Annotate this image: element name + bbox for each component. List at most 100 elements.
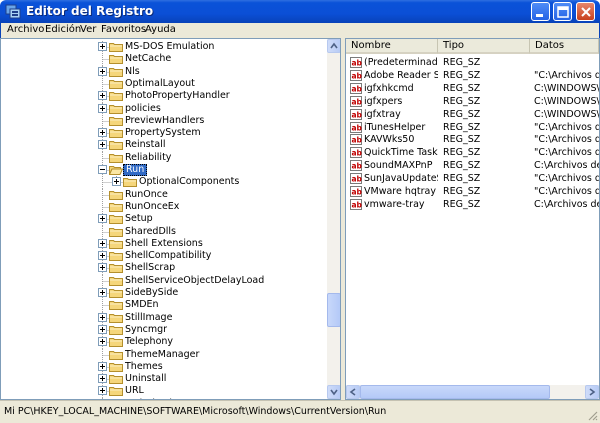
tree-item[interactable]: Reliability (1, 151, 327, 165)
registry-tree-pane[interactable]: MS-DOS Emulation NetCache Nls OptimalLayout… (0, 38, 341, 400)
expand-toggle[interactable] (98, 374, 107, 384)
expand-toggle[interactable] (98, 103, 107, 113)
expand-toggle[interactable] (98, 128, 107, 138)
expand-toggle[interactable] (112, 177, 121, 187)
expand-toggle[interactable] (98, 66, 107, 76)
list-horizontal-scrollbar[interactable] (346, 385, 599, 399)
value-name: QuickTime Task (364, 147, 438, 159)
folder-icon (109, 289, 123, 298)
tree-item[interactable]: SideBySide (1, 287, 327, 300)
tree-item[interactable]: Setup (1, 213, 327, 227)
menu-ver[interactable]: Ver (80, 24, 96, 35)
list-row[interactable]: abvmware-tray REG_SZ C:\Archivos de p (346, 198, 599, 211)
list-row[interactable]: abigfxtray REG_SZ C:\WINDOWS\sy (346, 108, 599, 121)
list-row[interactable]: abSunJavaUpdateS... REG_SZ "C:\Archivos de… (346, 172, 599, 185)
expand-toggle[interactable] (98, 361, 107, 371)
list-row[interactable]: abVMware hqtray REG_SZ "C:\Archivos de p (346, 185, 599, 198)
list-row[interactable]: abSoundMAXPnP REG_SZ C:\Archivos de p (346, 159, 599, 172)
tree-item[interactable]: Uninstall (1, 373, 327, 387)
tree-item-label: SideBySide (125, 287, 179, 298)
value-type: REG_SZ (443, 95, 481, 107)
value-data: C:\Archivos de p (534, 198, 599, 210)
tree-item[interactable]: OptimalLayout (1, 77, 327, 91)
list-row[interactable]: abQuickTime Task REG_SZ "C:\Archivos de p (346, 146, 599, 159)
close-button[interactable] (576, 2, 595, 21)
menu-archivo[interactable]: Archivo (7, 24, 44, 35)
tree-item[interactable]: Shell Extensions (1, 237, 327, 251)
tree-item[interactable]: StillImage (1, 311, 327, 325)
tree-item[interactable]: ThemeManager (1, 348, 327, 362)
folder-open-icon (109, 166, 123, 175)
tree-item[interactable]: SharedDlls (1, 225, 327, 239)
tree-item-label: SMDEn (125, 299, 159, 311)
maximize-button[interactable] (553, 2, 572, 21)
menu-favoritos[interactable]: Favoritos (101, 24, 146, 35)
scroll-up-button[interactable] (327, 39, 340, 53)
scroll-left-button[interactable] (346, 385, 360, 399)
tree-scroll-thumb[interactable] (327, 293, 340, 327)
tree-item[interactable]: NetCache (1, 53, 327, 67)
tree-item[interactable]: Run (1, 164, 327, 177)
list-row[interactable]: abigfxpers REG_SZ C:\WINDOWS\sy (346, 95, 599, 108)
column-header-tipo[interactable]: Tipo (438, 39, 530, 54)
expand-toggle[interactable] (98, 312, 107, 322)
folder-icon (109, 350, 123, 360)
list-row[interactable]: abKAVWks50 REG_SZ "C:\Archivos de p (346, 133, 599, 146)
expand-toggle[interactable] (98, 337, 107, 347)
collapse-toggle[interactable] (98, 165, 107, 174)
value-data: C:\WINDOWS\sy (534, 82, 599, 94)
tree-item[interactable]: PropertySystem (1, 127, 327, 141)
tree-item[interactable]: MS-DOS Emulation (1, 41, 327, 54)
resize-grip-icon[interactable] (586, 409, 598, 421)
expand-toggle[interactable] (98, 324, 107, 334)
tree-item[interactable]: PreviewHandlers (1, 114, 327, 128)
list-scroll-thumb[interactable] (360, 385, 550, 399)
list-row[interactable]: abigfxhkcmd REG_SZ C:\WINDOWS\sy (346, 82, 599, 95)
folder-icon (109, 43, 123, 52)
title-bar[interactable]: Editor del Registro (0, 0, 600, 23)
scroll-right-button[interactable] (585, 385, 599, 399)
value-data: C:\WINDOWS\sy (534, 95, 599, 107)
tree-vertical-scrollbar[interactable] (327, 39, 340, 399)
tree-item[interactable]: ShellServiceObjectDelayLoad (1, 274, 327, 288)
tree-item[interactable]: Reinstall (1, 139, 327, 153)
tree-item-label: ShellServiceObjectDelayLoad (125, 274, 265, 286)
tree-item[interactable]: URL (1, 385, 327, 399)
expand-toggle[interactable] (98, 251, 107, 261)
list-row[interactable]: ab(Predeterminado) REG_SZ (346, 56, 599, 69)
tree-item[interactable]: OptionalComponents (1, 176, 327, 190)
scroll-down-button[interactable] (327, 385, 340, 399)
menu-ayuda[interactable]: Ayuda (145, 24, 176, 35)
minimize-button[interactable] (531, 2, 550, 21)
folder-icon (109, 338, 123, 348)
expand-toggle[interactable] (98, 238, 107, 248)
expand-toggle[interactable] (98, 263, 107, 273)
menu-edicion[interactable]: Edición (45, 24, 81, 35)
expand-toggle[interactable] (98, 214, 107, 224)
tree-item[interactable]: Telephony (1, 336, 327, 350)
tree-item-label: Shell Extensions (125, 237, 203, 249)
tree-item[interactable]: RunOnceEx (1, 200, 327, 214)
tree-item[interactable]: ShellScrap (1, 262, 327, 276)
expand-toggle[interactable] (98, 386, 107, 396)
column-header-nombre[interactable]: Nombre (346, 39, 438, 54)
tree-item-label: RunOnce (125, 188, 168, 200)
expand-toggle[interactable] (98, 91, 107, 101)
tree-item[interactable]: Syncmgr (1, 323, 327, 337)
column-header-datos[interactable]: Datos (530, 39, 599, 54)
tree-item[interactable]: PhotoPropertyHandler (1, 90, 327, 104)
expand-toggle[interactable] (98, 42, 107, 51)
close-icon (581, 7, 591, 17)
tree-item[interactable]: policies (1, 102, 327, 116)
expand-toggle[interactable] (98, 288, 107, 297)
expand-toggle[interactable] (98, 140, 107, 150)
list-row[interactable]: abiTunesHelper REG_SZ "C:\Archivos de p (346, 121, 599, 134)
folder-icon (109, 325, 123, 335)
list-row[interactable]: abAdobe Reader Sp... REG_SZ "C:\Archivos d… (346, 69, 599, 82)
tree-item[interactable]: Themes (1, 360, 327, 374)
tree-item[interactable]: RunOnce (1, 188, 327, 202)
tree-item[interactable]: Nls (1, 65, 327, 79)
values-list-pane[interactable]: Nombre Tipo Datos ab(Predeterminado)REG_… (345, 38, 600, 400)
tree-item[interactable]: SMDEn (1, 299, 327, 313)
tree-item[interactable]: ShellCompatibility (1, 250, 327, 264)
